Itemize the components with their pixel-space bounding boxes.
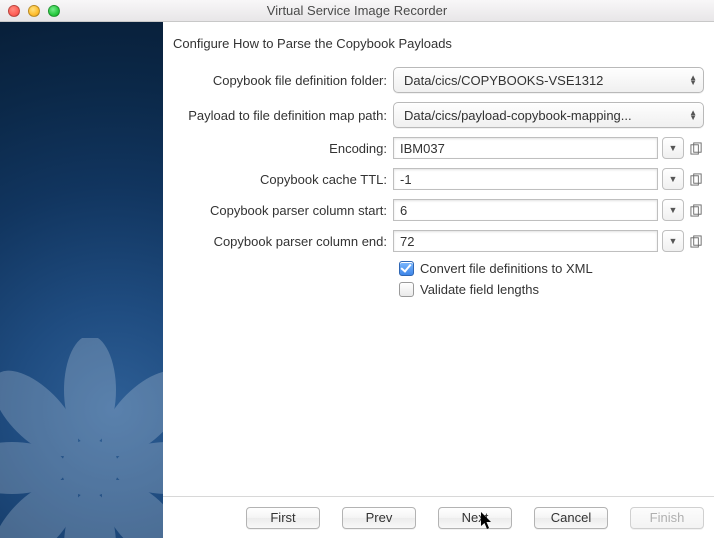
updown-arrows-icon: ▲▼ bbox=[689, 110, 697, 120]
column-start-input[interactable] bbox=[393, 199, 658, 221]
window-minimize-button[interactable] bbox=[28, 5, 40, 17]
copy-icon bbox=[690, 235, 703, 248]
label-column-end: Copybook parser column end: bbox=[173, 234, 393, 249]
chevron-down-icon: ▼ bbox=[669, 143, 678, 153]
column-start-copy-button[interactable] bbox=[688, 199, 704, 221]
label-encoding: Encoding: bbox=[173, 141, 393, 156]
chevron-down-icon: ▼ bbox=[669, 205, 678, 215]
finish-button: Finish bbox=[630, 507, 704, 529]
encoding-input[interactable] bbox=[393, 137, 658, 159]
wizard-footer: First Prev Next Cancel Finish bbox=[163, 496, 714, 538]
chevron-down-icon: ▼ bbox=[669, 236, 678, 246]
titlebar: Virtual Service Image Recorder bbox=[0, 0, 714, 22]
convert-xml-label: Convert file definitions to XML bbox=[420, 261, 593, 276]
label-copybook-folder: Copybook file definition folder: bbox=[173, 73, 393, 88]
label-column-start: Copybook parser column start: bbox=[173, 203, 393, 218]
copy-icon bbox=[690, 142, 703, 155]
copy-icon bbox=[690, 204, 703, 217]
copybook-folder-value: Data/cics/COPYBOOKS-VSE1312 bbox=[404, 73, 603, 88]
chevron-down-icon: ▼ bbox=[669, 174, 678, 184]
column-start-dropdown-button[interactable]: ▼ bbox=[662, 199, 684, 221]
copybook-folder-select[interactable]: Data/cics/COPYBOOKS-VSE1312 ▲▼ bbox=[393, 67, 704, 93]
column-end-input[interactable] bbox=[393, 230, 658, 252]
window-close-button[interactable] bbox=[8, 5, 20, 17]
cancel-button[interactable]: Cancel bbox=[534, 507, 608, 529]
encoding-copy-button[interactable] bbox=[688, 137, 704, 159]
first-button[interactable]: First bbox=[246, 507, 320, 529]
convert-xml-checkbox[interactable] bbox=[399, 261, 414, 276]
page-heading: Configure How to Parse the Copybook Payl… bbox=[173, 36, 704, 51]
encoding-dropdown-button[interactable]: ▼ bbox=[662, 137, 684, 159]
validate-lengths-checkbox[interactable] bbox=[399, 282, 414, 297]
decorative-flower-graphic bbox=[0, 338, 163, 538]
label-map-path: Payload to file definition map path: bbox=[173, 108, 393, 123]
label-cache-ttl: Copybook cache TTL: bbox=[173, 172, 393, 187]
validate-lengths-label: Validate field lengths bbox=[420, 282, 539, 297]
wizard-side-banner bbox=[0, 22, 163, 538]
column-end-copy-button[interactable] bbox=[688, 230, 704, 252]
column-end-dropdown-button[interactable]: ▼ bbox=[662, 230, 684, 252]
updown-arrows-icon: ▲▼ bbox=[689, 75, 697, 85]
next-button[interactable]: Next bbox=[438, 507, 512, 529]
cache-ttl-copy-button[interactable] bbox=[688, 168, 704, 190]
copy-icon bbox=[690, 173, 703, 186]
map-path-select[interactable]: Data/cics/payload-copybook-mapping... ▲▼ bbox=[393, 102, 704, 128]
prev-button[interactable]: Prev bbox=[342, 507, 416, 529]
window-title: Virtual Service Image Recorder bbox=[0, 3, 714, 18]
cache-ttl-dropdown-button[interactable]: ▼ bbox=[662, 168, 684, 190]
map-path-value: Data/cics/payload-copybook-mapping... bbox=[404, 108, 632, 123]
cache-ttl-input[interactable] bbox=[393, 168, 658, 190]
window-zoom-button[interactable] bbox=[48, 5, 60, 17]
